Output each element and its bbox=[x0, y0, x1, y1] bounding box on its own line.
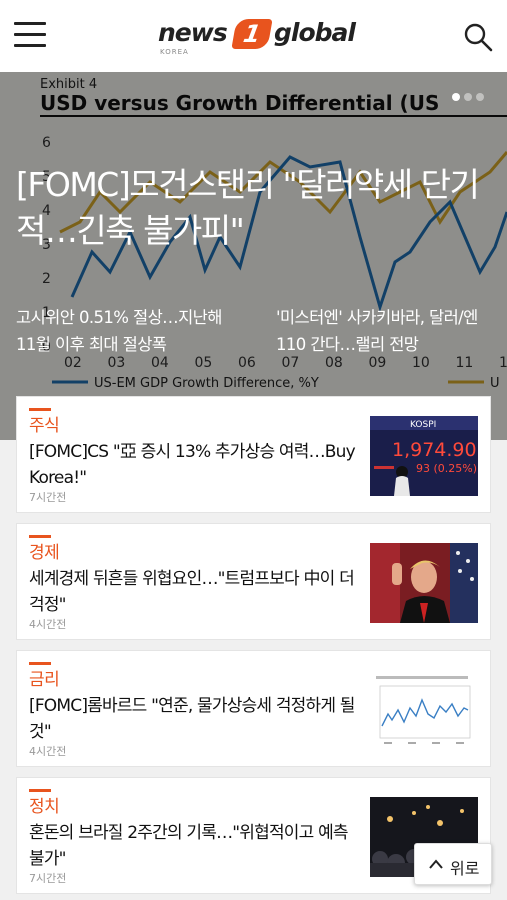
slide-dot[interactable] bbox=[464, 93, 472, 101]
logo-news-text: news bbox=[158, 18, 228, 47]
news-card-thumbnail[interactable]: KOSPI 1,974.90 93 (0.25%) bbox=[370, 416, 478, 496]
news-card-category: 주식 bbox=[29, 416, 60, 436]
news-card-time: 4시간전 bbox=[29, 618, 67, 631]
news-card-category: 정치 bbox=[29, 797, 60, 817]
news-card-title[interactable]: [FOMC]롬바르드 "연준, 물가상승세 걱정하게 될 것" bbox=[29, 693, 359, 745]
news-card-time: 7시간전 bbox=[29, 491, 67, 504]
news-card-title[interactable]: 혼돈의 브라질 2주간의 기록…"위협적이고 예측불가" bbox=[29, 820, 359, 872]
news-card[interactable]: 금리 [FOMC]롬바르드 "연준, 물가상승세 걱정하게 될 것" 4시간전 bbox=[16, 650, 491, 767]
hamburger-menu-icon[interactable] bbox=[14, 22, 46, 48]
hero-sub-headline-2[interactable]: '미스터엔' 사카키바라, 달러/엔 110 간다…랠리 전망 bbox=[276, 304, 496, 358]
logo-one-badge: 1 bbox=[231, 19, 273, 49]
thumb-kospi-change: 93 (0.25%) bbox=[416, 462, 477, 475]
scroll-to-top-label: 위로 bbox=[450, 859, 480, 878]
hero-slider[interactable]: Exhibit 4 USD versus Growth Differential… bbox=[0, 72, 507, 440]
thumb-kospi-value: 1,974.90 bbox=[392, 439, 477, 461]
slide-dot[interactable] bbox=[476, 93, 484, 101]
news-card-title[interactable]: 세계경제 뒤흔들 위협요인…"트럼프보다 中이 더 걱정" bbox=[29, 566, 359, 618]
hero-sub-headline-1[interactable]: 고시위안 0.51% 절상…지난해 11월 이후 최대 절상폭 bbox=[16, 304, 236, 358]
hero-dark-overlay bbox=[0, 72, 507, 440]
slide-dot[interactable] bbox=[452, 93, 460, 101]
scroll-to-top-button[interactable]: 위로 bbox=[414, 843, 492, 885]
news-card-thumbnail[interactable] bbox=[370, 543, 478, 623]
news-card-title[interactable]: [FOMC]CS "亞 증시 13% 추가상승 여력…Buy Korea!" bbox=[29, 439, 359, 491]
news-card-time: 7시간전 bbox=[29, 872, 67, 885]
logo-global-text: global bbox=[274, 18, 356, 47]
search-icon[interactable] bbox=[463, 22, 493, 52]
news-card[interactable]: 주식 [FOMC]CS "亞 증시 13% 추가상승 여력…Buy Korea!… bbox=[16, 396, 491, 513]
news-card-thumbnail[interactable] bbox=[370, 670, 478, 750]
news-card[interactable]: 경제 세계경제 뒤흔들 위협요인…"트럼프보다 中이 더 걱정" 4시간전 bbox=[16, 523, 491, 640]
chevron-up-icon bbox=[429, 859, 443, 869]
news-card-time: 4시간전 bbox=[29, 745, 67, 758]
logo-korea-text: KOREA bbox=[160, 48, 189, 56]
thumb-kospi-label: KOSPI bbox=[410, 420, 436, 430]
hero-headline[interactable]: [FOMC]모건스탠리 "달러약세 단기적…긴축 불가피" bbox=[16, 162, 496, 254]
slide-indicator bbox=[452, 86, 488, 105]
news-card-category: 경제 bbox=[29, 543, 60, 563]
news-card-category: 금리 bbox=[29, 670, 60, 690]
top-header: news 1 global KOREA bbox=[0, 0, 507, 72]
